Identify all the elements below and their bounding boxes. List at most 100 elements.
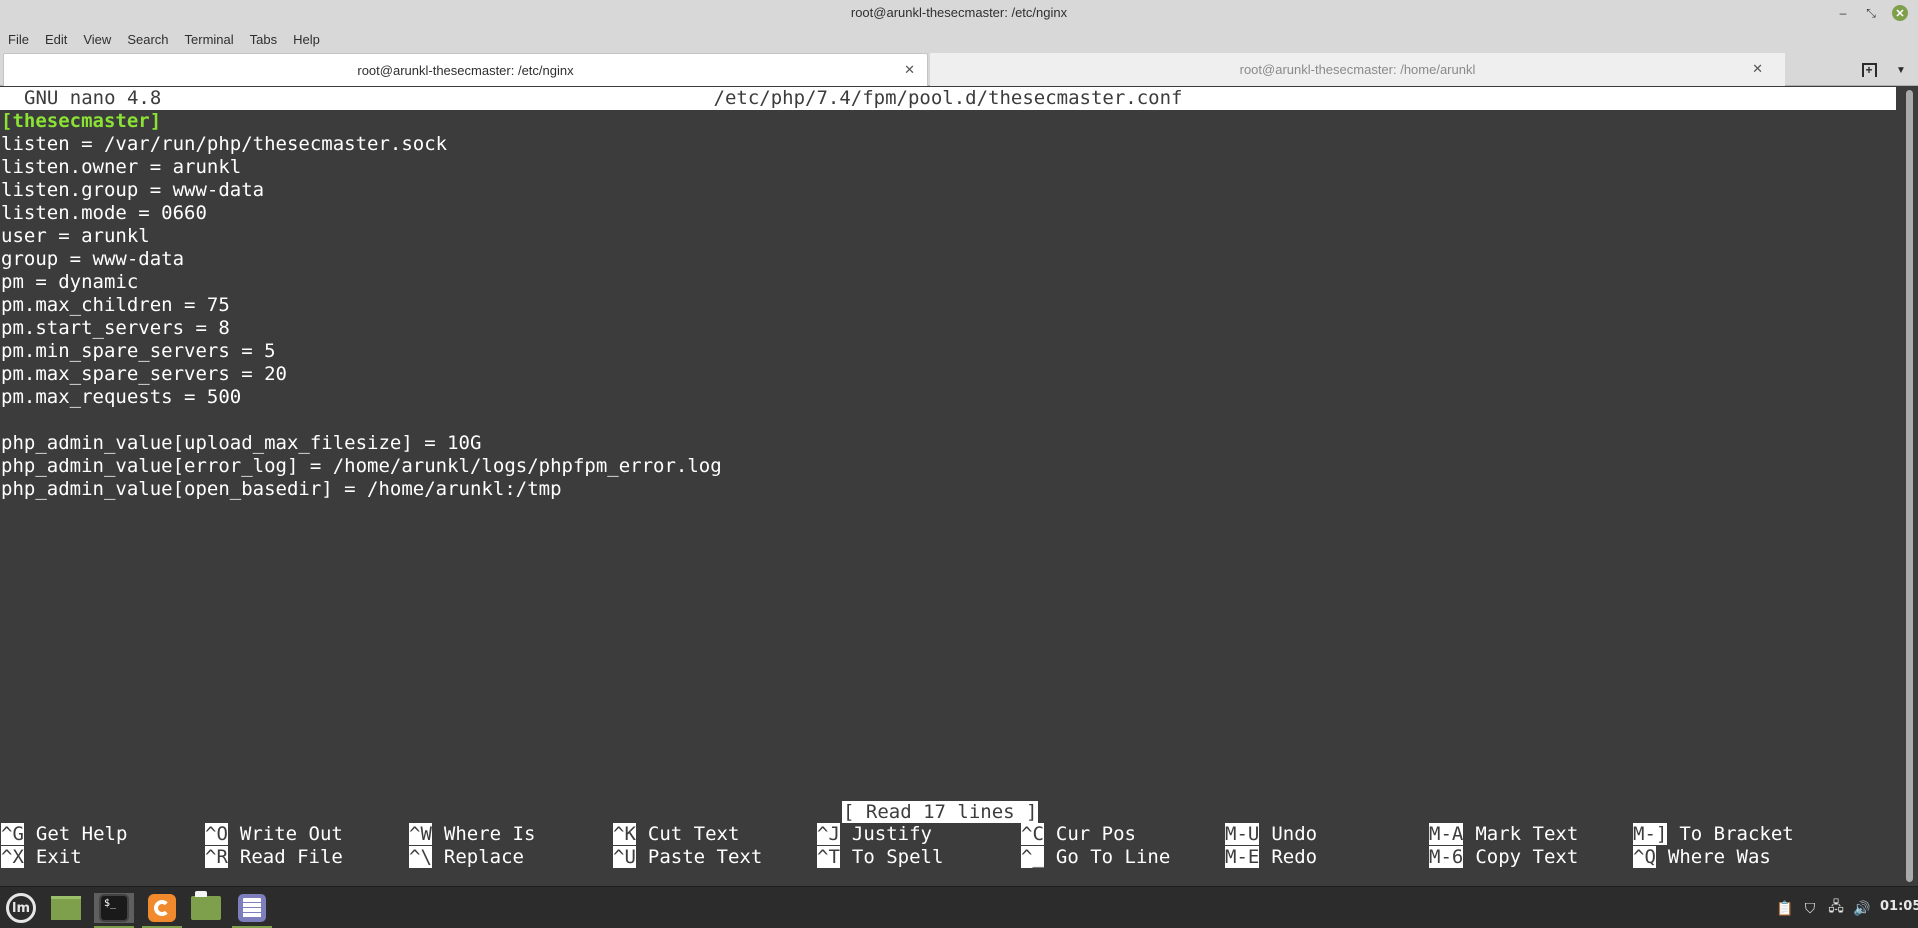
tab-home-arunkl[interactable]: root@arunkl-thesecmaster: /home/arunkl ✕ xyxy=(930,53,1785,86)
new-tab-button[interactable]: + xyxy=(1858,60,1880,80)
shortcut-key: ^K xyxy=(613,823,636,845)
editor-line: group = www-data xyxy=(1,248,185,270)
editor-line: php_admin_value[upload_max_filesize] = 1… xyxy=(1,432,482,454)
chevron-down-icon: ▼ xyxy=(1896,64,1906,76)
shortcut-cur-pos[interactable]: ^C Cur Pos xyxy=(1021,823,1136,846)
shortcut-where-was[interactable]: ^Q Where Was xyxy=(1633,846,1771,869)
shortcut-undo[interactable]: M-U Undo xyxy=(1225,823,1317,846)
shortcut-key: ^O xyxy=(205,823,228,845)
maximize-button[interactable]: ⤡ xyxy=(1862,4,1880,22)
window-title: root@arunkl-thesecmaster: /etc/nginx xyxy=(850,5,1068,20)
editor-line: listen.owner = arunkl xyxy=(1,156,242,178)
menu-file[interactable]: File xyxy=(8,32,29,47)
clipboard-tray-button[interactable]: 📋 xyxy=(1776,899,1794,917)
shortcut-to-spell[interactable]: ^T To Spell xyxy=(817,846,943,869)
shortcut-mark-text[interactable]: M-A Mark Text xyxy=(1429,823,1578,846)
shortcut-key: ^G xyxy=(1,823,24,845)
tab-close-icon[interactable]: ✕ xyxy=(904,62,915,78)
shortcut-to-bracket[interactable]: M-] To Bracket xyxy=(1633,823,1794,846)
editor-line: listen.mode = 0660 xyxy=(1,202,207,224)
shortcut-key: M-E xyxy=(1225,846,1260,868)
minimize-button[interactable]: – xyxy=(1834,4,1852,22)
menu-tabs[interactable]: Tabs xyxy=(250,32,277,47)
shortcut-label: Undo xyxy=(1271,823,1318,845)
clock[interactable]: 01:05 xyxy=(1880,899,1918,914)
shortcut-key: M-6 xyxy=(1429,846,1464,868)
shortcut-key: ^\ xyxy=(409,846,432,868)
nano-header: GNU nano 4.8 /etc/php/7.4/fpm/pool.d/the… xyxy=(0,87,1896,110)
scrollbar[interactable] xyxy=(1906,90,1913,882)
shortcut-copy-text[interactable]: M-6 Copy Text xyxy=(1429,846,1578,869)
shortcut-justify[interactable]: ^J Justify xyxy=(817,823,932,846)
taskbar: lm $_ 📋 ⛉ 🖧 🔊 01:05 xyxy=(0,886,1918,928)
editor-line: pm.start_servers = 8 xyxy=(1,317,230,339)
shortcut-label: To Bracket xyxy=(1679,823,1794,845)
shortcut-key: ^_ xyxy=(1021,846,1044,868)
volume-icon: 🔊 xyxy=(1853,899,1871,916)
shortcut-paste-text[interactable]: ^U Paste Text xyxy=(613,846,762,869)
editor-line: pm.min_spare_servers = 5 xyxy=(1,340,276,362)
text-editor-launcher[interactable] xyxy=(232,893,272,928)
shortcut-replace[interactable]: ^\ Replace xyxy=(409,846,524,869)
editor-line: php_admin_value[error_log] = /home/arunk… xyxy=(1,455,722,477)
shield-icon: ⛉ xyxy=(1804,899,1816,916)
menu-help[interactable]: Help xyxy=(293,32,320,47)
shortcut-cut-text[interactable]: ^K Cut Text xyxy=(613,823,739,846)
tab-close-icon[interactable]: ✕ xyxy=(1752,61,1763,77)
shortcut-key: ^U xyxy=(613,846,636,868)
tab-bar: root@arunkl-thesecmaster: /etc/nginx ✕ r… xyxy=(0,52,1918,86)
files-launcher[interactable] xyxy=(189,891,223,923)
maximize-icon: ⤡ xyxy=(1866,5,1876,20)
terminal-area[interactable]: GNU nano 4.8 /etc/php/7.4/fpm/pool.d/the… xyxy=(0,86,1918,886)
nano-filename: /etc/php/7.4/fpm/pool.d/thesecmaster.con… xyxy=(713,87,1183,109)
folder-icon xyxy=(191,891,221,920)
shortcut-label: Copy Text xyxy=(1475,846,1579,868)
editor-line: listen.group = www-data xyxy=(1,179,265,201)
shortcut-label: Redo xyxy=(1271,846,1318,868)
shortcut-label: Justify xyxy=(851,823,932,845)
menu-terminal[interactable]: Terminal xyxy=(185,32,234,47)
shortcut-label: To Spell xyxy=(851,846,944,868)
shortcut-label: Mark Text xyxy=(1475,823,1579,845)
editor-line: listen = /var/run/php/thesecmaster.sock xyxy=(1,133,448,155)
desktop-icon xyxy=(51,896,81,920)
status-message: [ Read 17 lines ] xyxy=(842,801,1039,823)
shortcut-key: ^C xyxy=(1021,823,1044,845)
shortcut-get-help[interactable]: ^G Get Help xyxy=(1,823,127,846)
editor-line: pm.max_children = 75 xyxy=(1,294,230,316)
menu-edit[interactable]: Edit xyxy=(45,32,67,47)
shortcut-read-file[interactable]: ^R Read File xyxy=(205,846,343,869)
tab-label: root@arunkl-thesecmaster: /home/arunkl xyxy=(1239,62,1476,77)
firefox-launcher[interactable] xyxy=(142,893,182,928)
mint-menu-button[interactable]: lm xyxy=(4,893,38,923)
shortcut-where-is[interactable]: ^W Where Is xyxy=(409,823,535,846)
shortcut-key: ^R xyxy=(205,846,228,868)
shortcut-label: Cut Text xyxy=(647,823,740,845)
firefox-icon xyxy=(148,894,176,922)
pool-section-header: [thesecmaster] xyxy=(1,110,162,132)
shortcut-label: Read File xyxy=(239,846,343,868)
editor-line: php_admin_value[open_basedir] = /home/ar… xyxy=(1,478,562,500)
shortcut-exit[interactable]: ^X Exit xyxy=(1,846,82,869)
close-window-button[interactable]: ✕ xyxy=(1892,5,1908,21)
terminal-launcher[interactable]: $_ xyxy=(94,893,134,928)
shortcut-key: ^Q xyxy=(1633,846,1656,868)
menu-search[interactable]: Search xyxy=(127,32,168,47)
show-desktop-button[interactable] xyxy=(49,893,83,923)
menu-view[interactable]: View xyxy=(83,32,111,47)
shield-tray-button[interactable]: ⛉ xyxy=(1800,899,1820,917)
shortcut-label: Cur Pos xyxy=(1055,823,1136,845)
tab-list-button[interactable]: ▼ xyxy=(1890,60,1912,80)
volume-tray-button[interactable]: 🔊 xyxy=(1852,899,1872,917)
shortcut-write-out[interactable]: ^O Write Out xyxy=(205,823,343,846)
tab-etc-nginx[interactable]: root@arunkl-thesecmaster: /etc/nginx ✕ xyxy=(3,53,928,86)
shortcut-key: M-U xyxy=(1225,823,1260,845)
editor-line: pm = dynamic xyxy=(1,271,139,293)
shortcut-go-to-line[interactable]: ^_ Go To Line xyxy=(1021,846,1170,869)
network-tray-button[interactable]: 🖧 xyxy=(1826,898,1846,917)
shortcut-label: Where Was xyxy=(1667,846,1771,868)
shortcut-label: Go To Line xyxy=(1055,846,1171,868)
close-icon: ✕ xyxy=(1895,7,1905,20)
editor-line: pm.max_requests = 500 xyxy=(1,386,242,408)
shortcut-redo[interactable]: M-E Redo xyxy=(1225,846,1317,869)
